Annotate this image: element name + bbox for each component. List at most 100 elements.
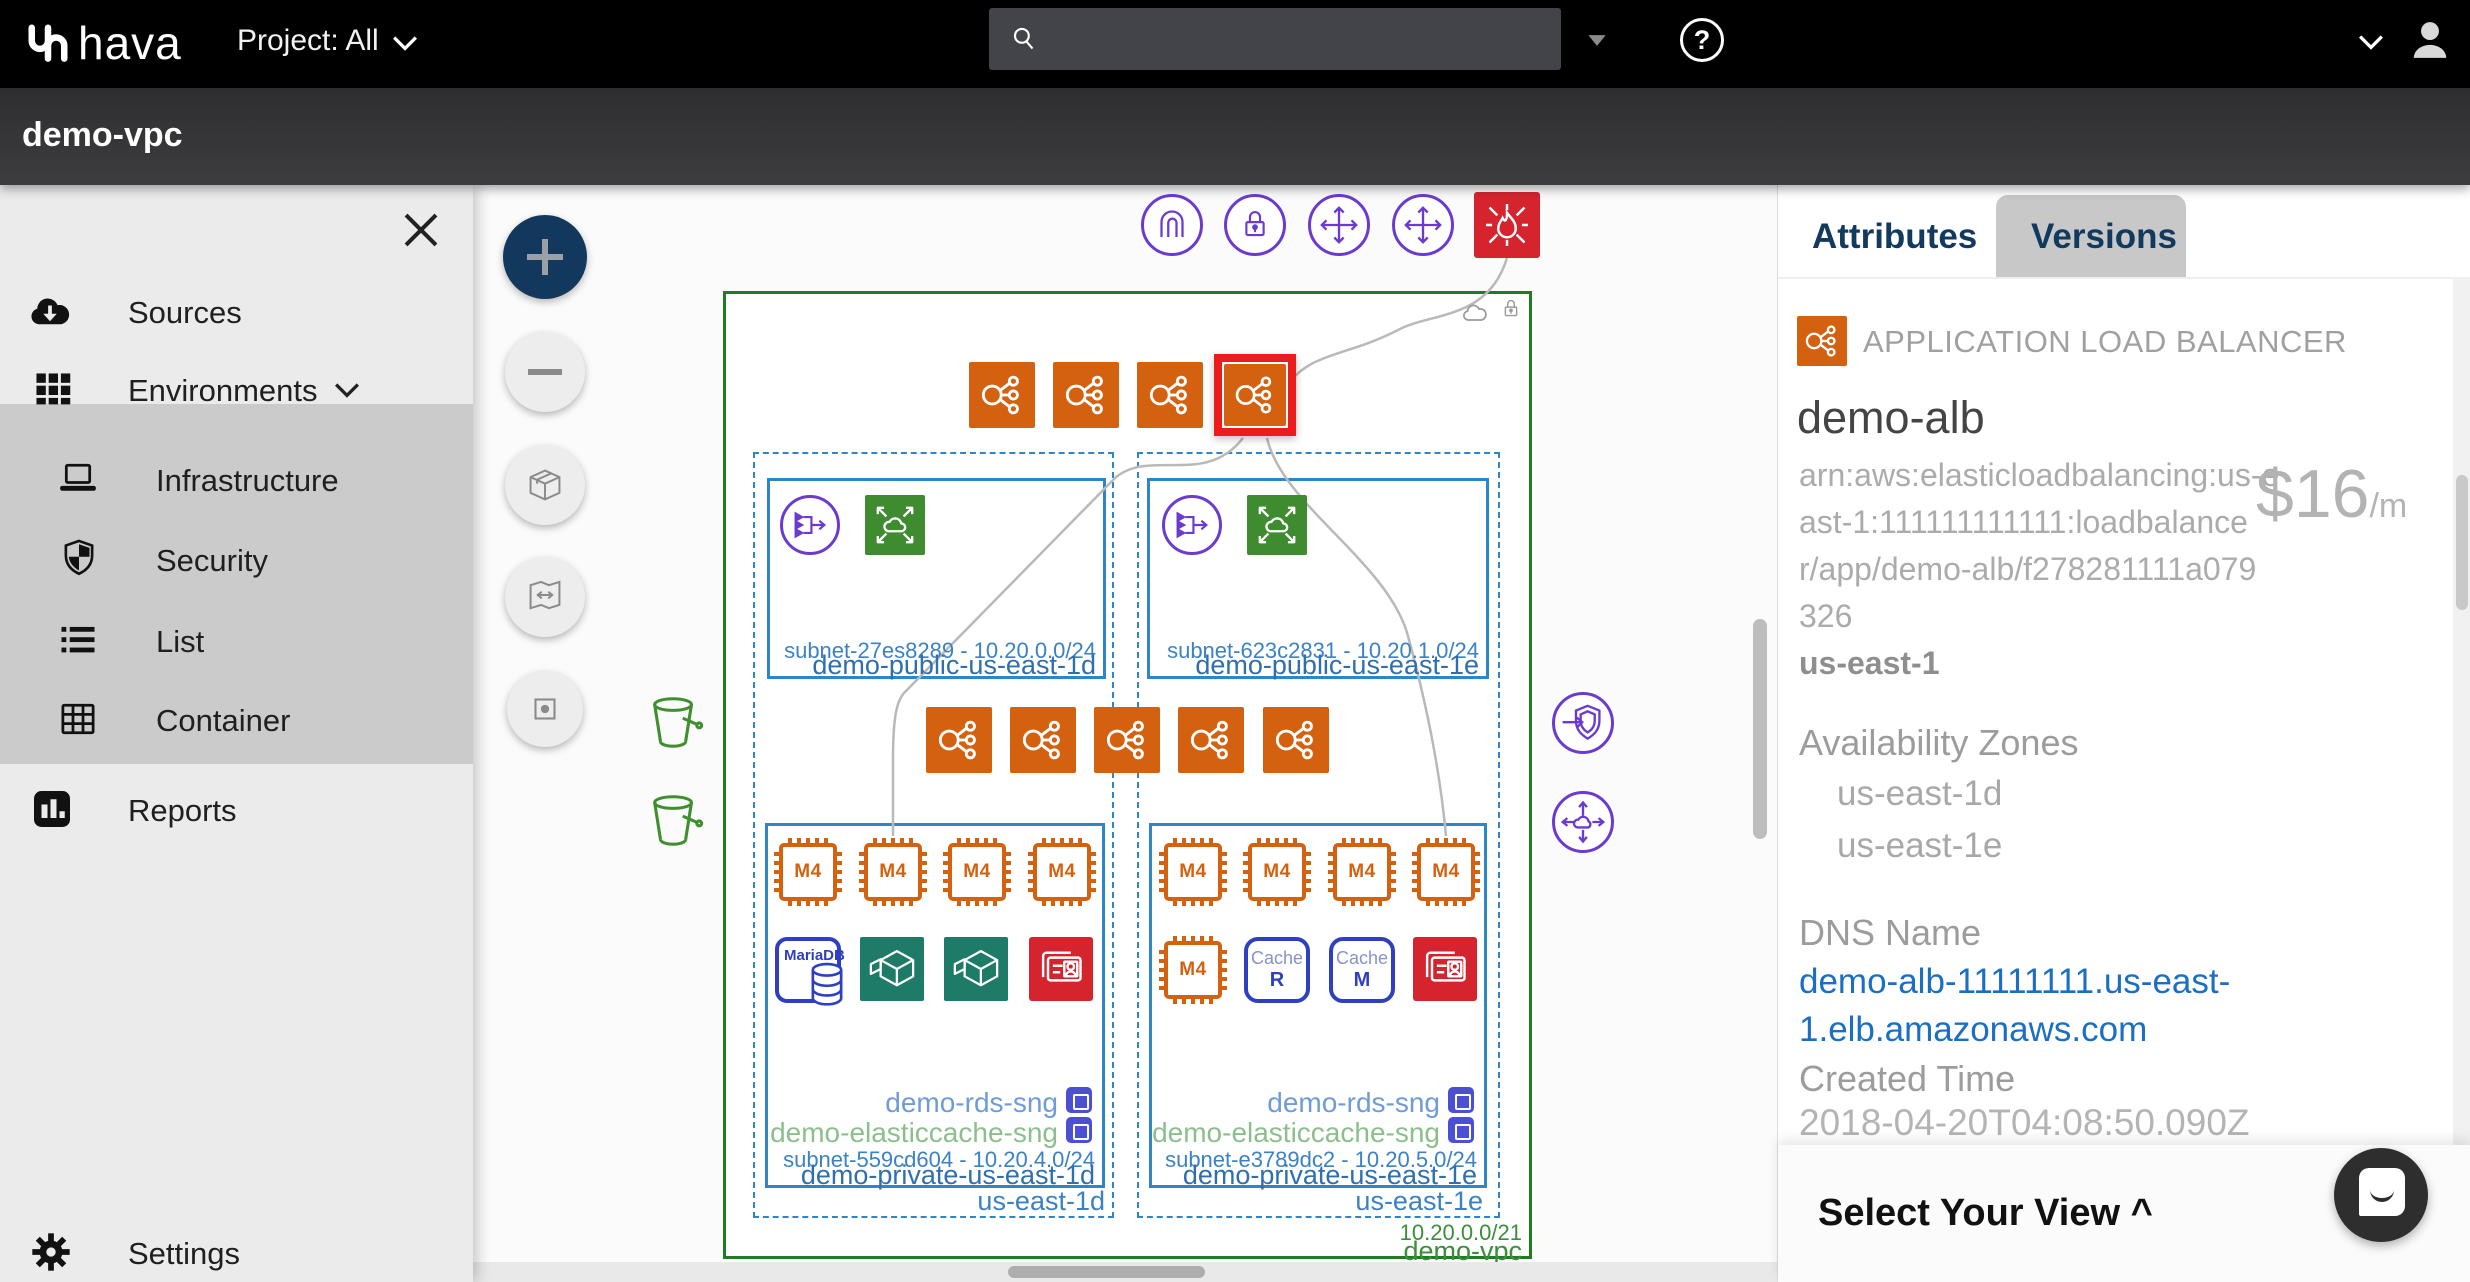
route-table-arrows-icon[interactable] bbox=[1308, 194, 1370, 256]
waf-icon[interactable] bbox=[1474, 192, 1540, 258]
sidebar-item-list[interactable]: List bbox=[0, 601, 473, 679]
diagram-header-bar: demo-vpc bbox=[0, 88, 2470, 185]
arn-line: arn:aws:elasticloadbalancing:us-e bbox=[1799, 457, 2280, 493]
network-acl-lock-icon[interactable] bbox=[1224, 194, 1286, 256]
security-group-icon bbox=[1448, 1087, 1474, 1113]
fit-map-button[interactable] bbox=[505, 557, 585, 637]
identity-card-icon[interactable] bbox=[1413, 937, 1477, 1001]
hava-logo-icon[interactable] bbox=[22, 18, 74, 70]
panel-scrollbar[interactable] bbox=[2456, 475, 2468, 610]
sidebar-item-infrastructure[interactable]: Infrastructure bbox=[0, 440, 473, 518]
dns-label: DNS Name bbox=[1799, 912, 1982, 953]
security-group-label: demo-elasticcache-sng bbox=[770, 1117, 1058, 1148]
route-table-icon[interactable] bbox=[780, 495, 840, 555]
sidebar-item-label: Settings bbox=[128, 1236, 241, 1271]
ec2-m4-instance[interactable]: M4 bbox=[857, 836, 929, 908]
user-avatar-icon[interactable] bbox=[2404, 14, 2456, 66]
list-icon bbox=[56, 618, 100, 662]
search-input[interactable] bbox=[1059, 23, 1539, 55]
sidebar-item-sources[interactable]: Sources bbox=[0, 273, 473, 351]
sidebar-item-settings[interactable]: Settings bbox=[0, 1213, 473, 1282]
alb-type-icon bbox=[1797, 316, 1847, 366]
database-icon bbox=[807, 961, 847, 1007]
dns-link-line[interactable]: 1.elb.amazonaws.com bbox=[1799, 1010, 2147, 1050]
user-chevron-icon[interactable] bbox=[2358, 34, 2384, 50]
load-balancer-icon[interactable] bbox=[1010, 707, 1076, 773]
hava-logo-text[interactable]: hava bbox=[78, 16, 182, 70]
az-label: us-east-1e bbox=[1355, 1186, 1483, 1216]
tab-attributes[interactable]: Attributes bbox=[1812, 217, 1977, 257]
sidebar-item-label: Infrastructure bbox=[156, 463, 339, 498]
sidebar-item-security[interactable]: Security bbox=[0, 520, 473, 598]
canvas-horizontal-scrollbar[interactable] bbox=[1008, 1266, 1205, 1278]
ec2-m4-instance[interactable]: M4 bbox=[1026, 836, 1098, 908]
ec2-m4-instance[interactable]: M4 bbox=[1326, 836, 1398, 908]
ec2-m4-instance[interactable]: M4 bbox=[1157, 836, 1229, 908]
ec2-m4-instance[interactable]: M4 bbox=[1410, 836, 1482, 908]
ec2-m4-instance[interactable]: M4 bbox=[1157, 934, 1229, 1006]
endpoint-shield-icon[interactable] bbox=[1552, 692, 1614, 754]
search-dropdown-icon[interactable] bbox=[1586, 34, 1608, 47]
canvas-vertical-scrollbar[interactable] bbox=[1753, 619, 1767, 839]
container-cube-icon[interactable] bbox=[944, 937, 1008, 1001]
shield-icon bbox=[58, 537, 100, 579]
help-glyph: ? bbox=[1693, 24, 1711, 55]
nat-gateway-icon[interactable] bbox=[865, 495, 925, 555]
focus-icon bbox=[526, 690, 564, 728]
route-table-arrows-icon[interactable] bbox=[1392, 194, 1454, 256]
search-icon bbox=[1007, 22, 1041, 56]
cache-replica-node[interactable]: Cache R bbox=[1244, 937, 1310, 1003]
load-balancer-icon[interactable] bbox=[926, 707, 992, 773]
center-view-button[interactable] bbox=[507, 671, 583, 747]
s3-bucket-icon[interactable] bbox=[644, 690, 706, 754]
load-balancer-icon[interactable] bbox=[1178, 707, 1244, 773]
az-header: Availability Zones bbox=[1799, 722, 2079, 763]
nat-gateway-icon[interactable] bbox=[1247, 495, 1307, 555]
load-balancer-icon[interactable] bbox=[969, 362, 1035, 428]
route-table-icon[interactable] bbox=[1162, 495, 1222, 555]
tab-versions-label[interactable]: Versions bbox=[2031, 217, 2177, 257]
cache-master-node[interactable]: Cache M bbox=[1329, 937, 1395, 1003]
sidebar-item-environments[interactable]: Environments bbox=[0, 351, 473, 429]
ec2-m4-instance[interactable]: M4 bbox=[772, 836, 844, 908]
search-box[interactable] bbox=[989, 8, 1561, 70]
zoom-in-button[interactable] bbox=[503, 215, 587, 299]
chat-bubble-icon bbox=[2359, 1168, 2405, 1216]
sidebar-item-label: Reports bbox=[128, 793, 237, 828]
ec2-m4-instance[interactable]: M4 bbox=[1241, 836, 1313, 908]
load-balancer-icon[interactable] bbox=[1094, 707, 1160, 773]
help-button[interactable]: ? bbox=[1680, 18, 1724, 62]
close-icon[interactable] bbox=[398, 207, 444, 253]
page-title: demo-vpc bbox=[22, 116, 183, 154]
chat-launcher[interactable] bbox=[2334, 1148, 2428, 1242]
project-selector[interactable]: Project: All bbox=[237, 24, 379, 58]
arn-line: r/app/demo-alb/f278281111a079 bbox=[1799, 551, 2257, 587]
ec2-m4-instance[interactable]: M4 bbox=[941, 836, 1013, 908]
subnet-name-label: demo-public-us-east-1d bbox=[812, 650, 1096, 680]
sidebar-item-container[interactable]: Container bbox=[0, 680, 473, 758]
identity-card-icon[interactable] bbox=[1029, 937, 1093, 1001]
cloud-routes-icon[interactable] bbox=[1552, 791, 1614, 853]
bar-chart-icon bbox=[28, 785, 76, 833]
price-tag: $16 /m bbox=[2256, 455, 2407, 533]
cloud-icon bbox=[1460, 300, 1492, 324]
internet-gateway-icon[interactable] bbox=[1141, 194, 1203, 256]
load-balancer-icon[interactable] bbox=[1263, 707, 1329, 773]
created-label: Created Time bbox=[1799, 1058, 2016, 1099]
dns-link-line[interactable]: demo-alb-11111111.us-east- bbox=[1799, 962, 2230, 1002]
s3-bucket-icon[interactable] bbox=[644, 788, 706, 852]
sidebar-item-reports[interactable]: Reports bbox=[0, 770, 473, 848]
load-balancer-selected[interactable] bbox=[1214, 354, 1296, 436]
box-3d-icon bbox=[524, 464, 566, 506]
mariadb-instance[interactable]: MariaDB bbox=[775, 937, 845, 1003]
load-balancer-icon[interactable] bbox=[1137, 362, 1203, 428]
security-group-icon bbox=[1448, 1117, 1474, 1143]
3d-view-button[interactable] bbox=[505, 445, 585, 525]
price-unit: /m bbox=[2369, 487, 2408, 525]
grid-icon bbox=[30, 367, 76, 413]
top-nav-bar: hava Project: All ? bbox=[0, 0, 2470, 88]
load-balancer-icon[interactable] bbox=[1053, 362, 1119, 428]
table-grid-icon bbox=[56, 697, 100, 741]
zoom-out-button[interactable] bbox=[505, 332, 585, 412]
container-cube-icon[interactable] bbox=[860, 937, 924, 1001]
